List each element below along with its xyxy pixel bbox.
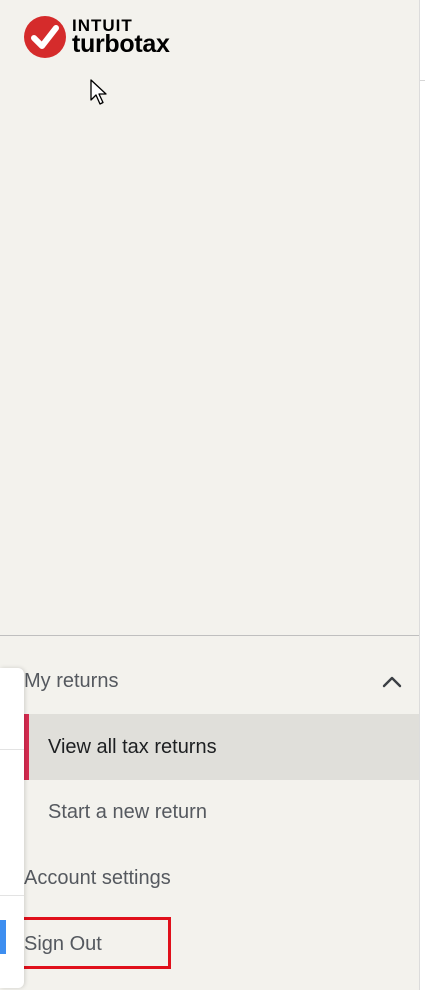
sidebar: INTUIT turbotax My returns View all tax …	[0, 0, 420, 990]
nav-divider	[0, 635, 420, 636]
turbotax-checkmark-icon	[24, 16, 66, 58]
popup-blue-accent	[0, 920, 6, 954]
nav-item-label: View all tax returns	[48, 736, 217, 758]
intuit-turbotax-logo[interactable]: INTUIT turbotax	[24, 16, 170, 58]
partial-popup-panel	[0, 668, 24, 988]
popup-divider	[0, 749, 24, 750]
chevron-up-icon[interactable]	[381, 672, 403, 690]
popup-divider	[0, 895, 24, 896]
main-content-edge	[420, 0, 425, 990]
mouse-pointer-icon	[90, 79, 107, 105]
nav-item-account-settings[interactable]: Account settings	[24, 867, 171, 890]
logo-wordmark: INTUIT turbotax	[72, 17, 170, 57]
nav-item-start-new-return[interactable]: Start a new return	[48, 801, 207, 824]
logo-product-name: turbotax	[72, 30, 170, 58]
sign-out-highlight	[17, 917, 171, 969]
my-returns-toggle[interactable]: My returns	[24, 670, 118, 693]
nav-item-view-all-tax-returns[interactable]: View all tax returns	[24, 714, 420, 780]
header-rule	[420, 80, 425, 81]
